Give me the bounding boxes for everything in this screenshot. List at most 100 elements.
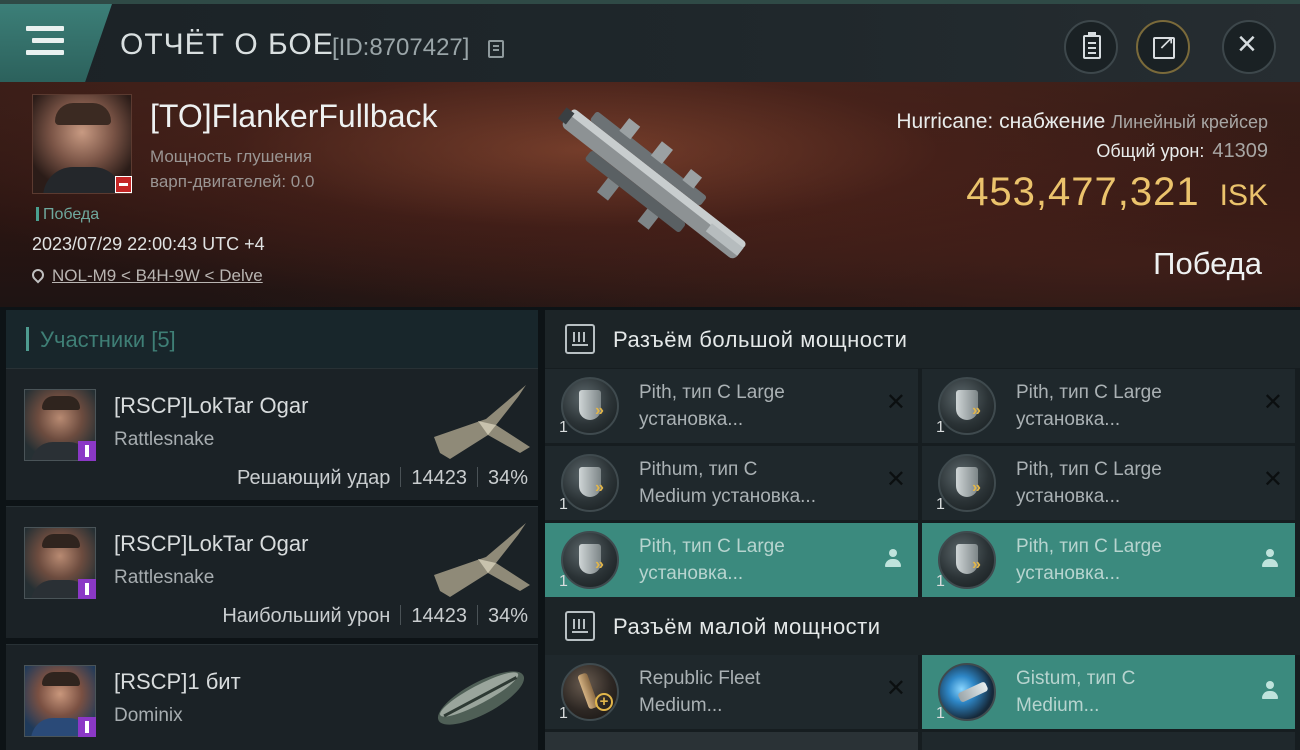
- victim-ship-class: Линейный крейсер: [1111, 112, 1268, 132]
- participants-header[interactable]: Участники [5]: [6, 310, 538, 368]
- low-slot-icon: [565, 611, 595, 641]
- warp-scramble-label: Мощность глушения: [150, 147, 312, 166]
- participants-panel: Участники [5] [RSCP]LokTar Ogar Rattlesn…: [6, 310, 538, 750]
- total-damage-value: 41309: [1212, 140, 1268, 162]
- participant-damage: 14423: [411, 467, 467, 489]
- kill-summary-banner: [TO]FlankerFullback Мощность глушения ва…: [0, 82, 1300, 307]
- participant-role: Решающий удар: [236, 467, 391, 489]
- participant-role: Наибольший урон: [222, 605, 391, 627]
- kill-datetime: 2023/07/29 22:00:43 UTC +4: [32, 234, 265, 254]
- module-name: Pith, тип C Large установка...: [639, 382, 785, 430]
- participant-ship-image: [434, 523, 530, 597]
- module-quantity: 1: [559, 496, 568, 513]
- participant-card[interactable]: [RSCP]LokTar Ogar Rattlesnake Наибольший…: [6, 506, 538, 638]
- participant-name[interactable]: [RSCP]LokTar Ogar: [114, 393, 308, 419]
- location-pin-icon: [29, 266, 47, 284]
- corp-member-badge-icon: [78, 579, 96, 599]
- module-slot[interactable]: » 1 Pith, тип C Large установка... ✕: [545, 369, 918, 443]
- warp-scramble-value: варп-двигателей: 0.0: [150, 172, 315, 191]
- participant-percent: 34%: [487, 467, 528, 489]
- participant-stats: Наибольший урон 14423 34%: [222, 605, 528, 628]
- module-slot[interactable]: » 1 Pith, тип C Large установка... ✕: [922, 446, 1295, 520]
- isk-value: 453,477,321 ISK: [966, 170, 1268, 215]
- module-quantity: 1: [559, 573, 568, 590]
- participant-damage: 14423: [411, 605, 467, 627]
- dropped-person-icon: [1261, 549, 1279, 569]
- shield-module-icon: »: [938, 531, 996, 589]
- hamburger-menu-icon[interactable]: [26, 26, 64, 58]
- destroyed-icon: ✕: [1262, 389, 1283, 416]
- low-slot-title: Разъём малой мощности: [613, 614, 881, 639]
- module-slot-partial[interactable]: [545, 732, 918, 750]
- module-quantity: 1: [936, 496, 945, 513]
- copy-icon[interactable]: [488, 40, 504, 58]
- shield-module-icon: »: [561, 454, 619, 512]
- module-name: Republic Fleet Medium...: [639, 668, 761, 716]
- module-slot[interactable]: » 1 Pithum, тип C Medium установка... ✕: [545, 446, 918, 520]
- module-name: Pith, тип C Large установка...: [639, 536, 785, 584]
- page-title: ОТЧЁТ О БОЕ: [120, 28, 334, 61]
- module-quantity: 1: [559, 419, 568, 436]
- participant-ship-image: [437, 671, 525, 725]
- shield-module-icon: »: [561, 531, 619, 589]
- location-link[interactable]: NOL-M9 < B4H-9W < Delve: [52, 266, 263, 285]
- participant-ship: Rattlesnake: [114, 567, 215, 588]
- destroyed-icon: ✕: [885, 389, 906, 416]
- victim-name[interactable]: [TO]FlankerFullback: [150, 98, 438, 135]
- share-button[interactable]: ↗: [1136, 20, 1190, 74]
- participants-title: Участники [5]: [40, 327, 176, 352]
- high-slot-header: Разъём большой мощности: [545, 310, 1300, 368]
- corp-member-badge-icon: [78, 717, 96, 737]
- dropped-person-icon: [1261, 681, 1279, 701]
- module-slot[interactable]: » 1 Pith, тип C Large установка...: [545, 523, 918, 597]
- participant-percent: 34%: [487, 605, 528, 627]
- total-damage: Общий урон: 41309: [1096, 140, 1268, 163]
- module-slot-partial[interactable]: [922, 732, 1295, 750]
- module-slot[interactable]: » 1 Pith, тип C Large установка...: [922, 523, 1295, 597]
- module-slot[interactable]: » 1 Pith, тип C Large установка... ✕: [922, 369, 1295, 443]
- module-slot[interactable]: 1 Gistum, тип C Medium...: [922, 655, 1295, 729]
- fitting-panel: Разъём большой мощности » 1 Pith, тип C …: [545, 310, 1300, 750]
- victim-ship-name[interactable]: Hurricane: снабжение: [896, 110, 1105, 133]
- armor-repair-module-icon: +: [561, 663, 619, 721]
- module-name: Pith, тип C Large установка...: [1016, 536, 1162, 584]
- destroyed-icon: ✕: [1262, 466, 1283, 493]
- kill-location[interactable]: NOL-M9 < B4H-9W < Delve: [29, 266, 263, 286]
- participant-ship: Rattlesnake: [114, 429, 215, 450]
- destroyed-icon: ✕: [885, 466, 906, 493]
- module-slot[interactable]: + 1 Republic Fleet Medium... ✕: [545, 655, 918, 729]
- participant-stats: Решающий удар 14423 34%: [237, 467, 528, 490]
- clipboard-icon: [1083, 32, 1101, 59]
- report-id: [ID:8707427]: [332, 34, 470, 61]
- menu-tab[interactable]: [0, 4, 112, 82]
- victim-ship-line: Hurricane: снабжение Линейный крейсер: [896, 110, 1268, 134]
- low-slot-header: Разъём малой мощности: [545, 597, 1300, 655]
- module-name: Pithum, тип C Medium установка...: [639, 459, 816, 507]
- isk-unit: ISK: [1219, 179, 1268, 212]
- close-button[interactable]: ×: [1222, 20, 1276, 74]
- shield-module-icon: »: [938, 377, 996, 435]
- module-quantity: 1: [559, 705, 568, 722]
- module-quantity: 1: [936, 705, 945, 722]
- clipboard-button[interactable]: [1064, 20, 1118, 74]
- module-quantity: 1: [936, 573, 945, 590]
- participant-ship: Dominix: [114, 705, 183, 726]
- result-tag: Победа: [36, 206, 99, 224]
- participant-card[interactable]: [RSCP]1 бит Dominix: [6, 644, 538, 750]
- warp-scramble-stat: Мощность глушения варп-двигателей: 0.0: [150, 144, 314, 194]
- dropped-person-icon: [884, 549, 902, 569]
- destroyed-icon: ✕: [885, 675, 906, 702]
- participant-name[interactable]: [RSCP]1 бит: [114, 669, 241, 695]
- module-quantity: 1: [936, 419, 945, 436]
- module-name: Pith, тип C Large установка...: [1016, 459, 1162, 507]
- hostile-minus-badge-icon: [115, 176, 132, 193]
- shield-booster-module-icon: [938, 663, 996, 721]
- participant-ship-image: [434, 385, 530, 459]
- top-bar: ОТЧЁТ О БОЕ [ID:8707427] ↗ ×: [0, 0, 1300, 82]
- shield-module-icon: »: [938, 454, 996, 512]
- victim-ship-image: [557, 107, 746, 259]
- participant-card[interactable]: [RSCP]LokTar Ogar Rattlesnake Решающий у…: [6, 368, 538, 500]
- close-icon: ×: [1237, 25, 1257, 63]
- participant-name[interactable]: [RSCP]LokTar Ogar: [114, 531, 308, 557]
- kill-result: Победа: [1153, 246, 1262, 281]
